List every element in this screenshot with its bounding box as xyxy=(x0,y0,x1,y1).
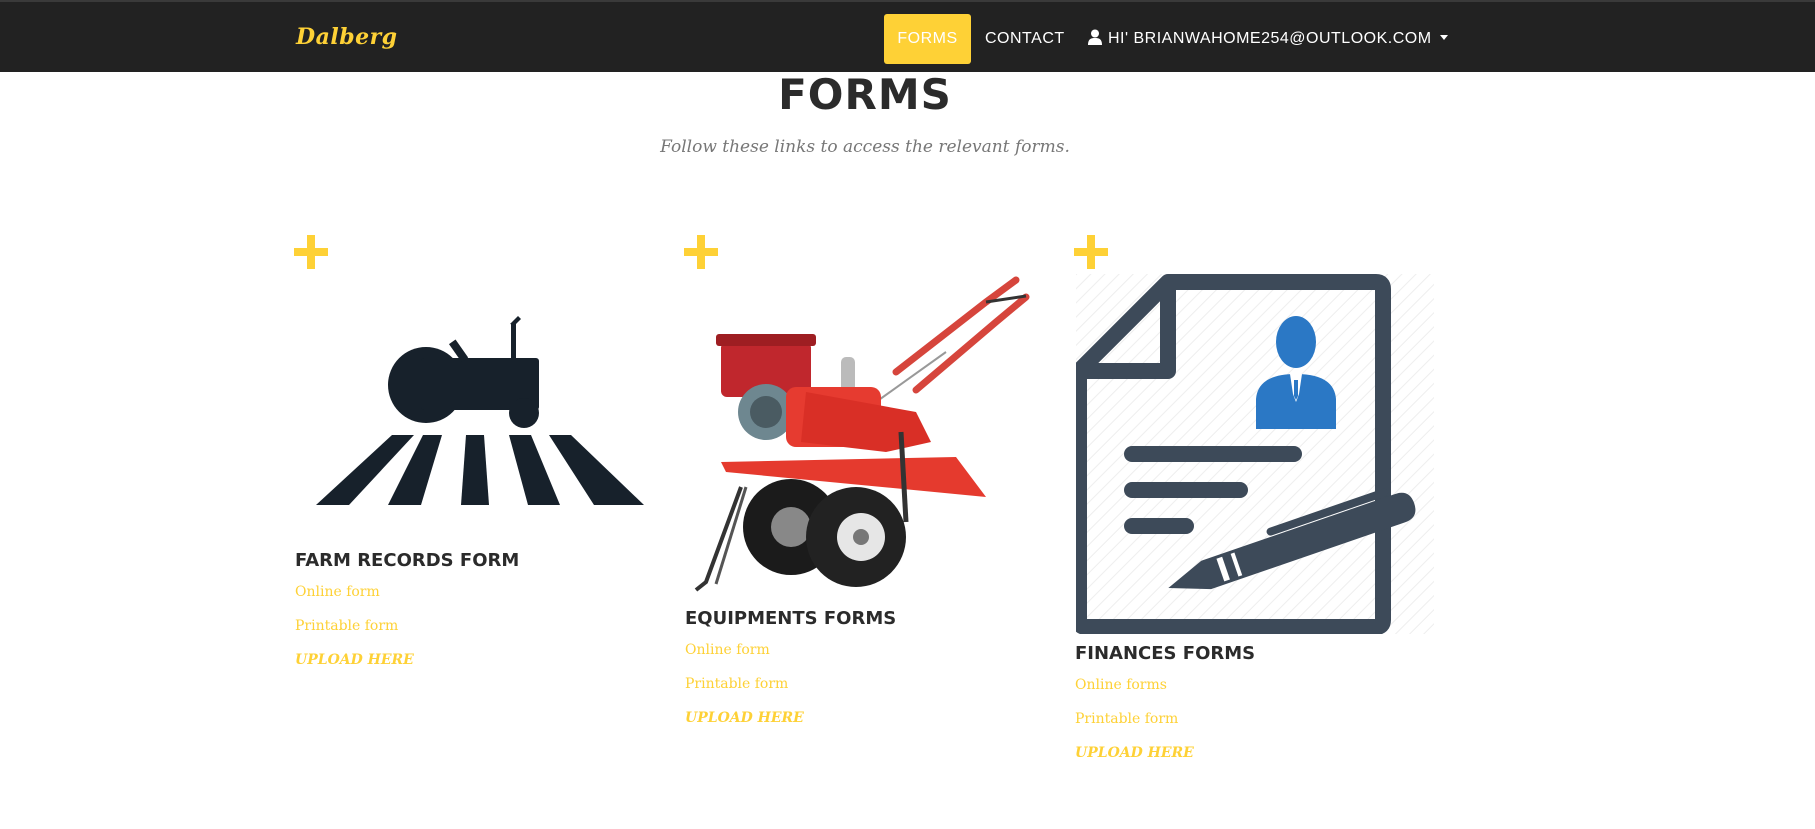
document-signature-icon xyxy=(1076,274,1434,634)
user-menu[interactable]: HI' BRIANWAHOME254@OUTLOOK.COM xyxy=(1088,14,1448,64)
link-upload[interactable]: UPLOAD HERE xyxy=(295,652,414,668)
plus-icon[interactable] xyxy=(1074,235,1108,269)
nav-forms[interactable]: FORMS xyxy=(884,14,971,64)
link-online-form[interactable]: Online form xyxy=(295,584,380,600)
plus-icon[interactable] xyxy=(684,235,718,269)
column-title-finances: FINANCES FORMS xyxy=(1075,643,1256,664)
column-title-farm-records: FARM RECORDS FORM xyxy=(295,550,520,571)
rotary-tiller-image xyxy=(694,276,1030,592)
brand-logo[interactable]: Dalberg xyxy=(296,24,398,50)
link-upload[interactable]: UPLOAD HERE xyxy=(1075,745,1194,761)
chevron-down-icon xyxy=(1439,35,1448,40)
link-printable-form[interactable]: Printable form xyxy=(1075,711,1178,727)
user-icon xyxy=(1088,29,1102,45)
link-online-forms[interactable]: Online forms xyxy=(1075,677,1167,693)
link-upload[interactable]: UPLOAD HERE xyxy=(685,710,804,726)
column-title-equipments: EQUIPMENTS FORMS xyxy=(685,608,897,629)
user-menu-label: HI' BRIANWAHOME254@OUTLOOK.COM xyxy=(1108,30,1432,47)
page-subtitle: Follow these links to access the relevan… xyxy=(660,137,1070,157)
link-printable-form[interactable]: Printable form xyxy=(685,676,788,692)
navbar: Dalberg FORMS CONTACT HI' BRIANWAHOME254… xyxy=(0,0,1815,72)
page-title: FORMS xyxy=(778,70,952,119)
plus-icon[interactable] xyxy=(294,235,328,269)
link-printable-form[interactable]: Printable form xyxy=(295,618,398,634)
link-online-form[interactable]: Online form xyxy=(685,642,770,658)
nav-contact[interactable]: CONTACT xyxy=(985,14,1065,64)
tractor-field-icon xyxy=(316,316,644,505)
